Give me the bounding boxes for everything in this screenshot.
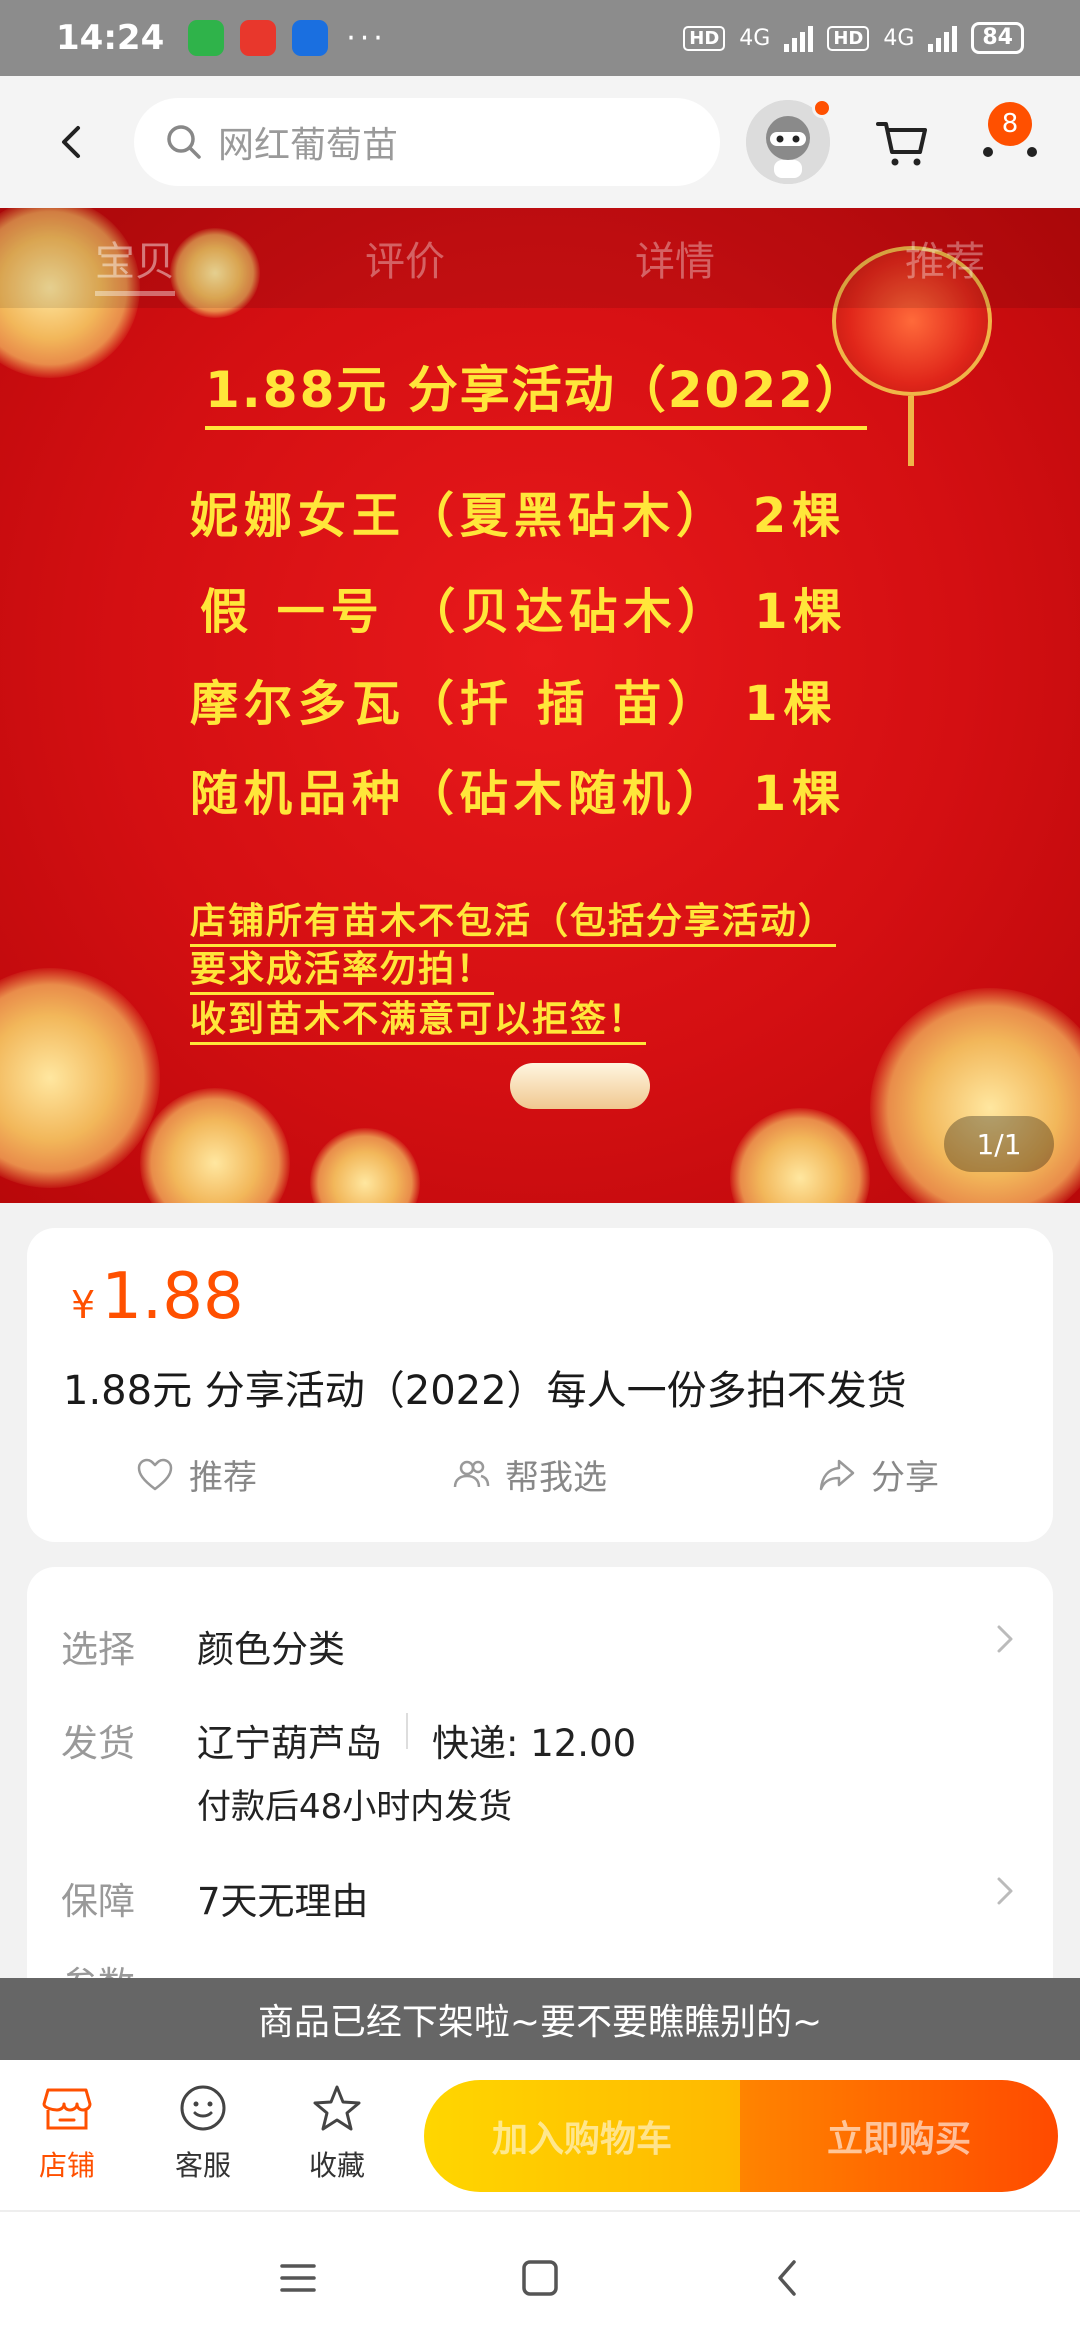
message-count-badge: 8 xyxy=(988,102,1032,146)
app-notification-icon xyxy=(188,20,225,56)
top-navigation: 网红葡萄苗 8 xyxy=(0,76,1080,208)
shipping-label: 发货 xyxy=(61,1722,135,1765)
image-counter: 1/1 xyxy=(944,1116,1054,1172)
people-icon xyxy=(453,1460,490,1487)
offline-notice-banner[interactable]: 商品已经下架啦~要不要瞧瞧别的~ xyxy=(0,1978,1080,2060)
system-navigation-bar xyxy=(0,2210,1080,2340)
purchase-button-group: 加入购物车 立即购买 xyxy=(424,2080,1058,2192)
poster-title: 1.88元 分享活动（2022） xyxy=(205,350,867,430)
lantern-tassel xyxy=(908,396,914,466)
customer-service-button[interactable]: 客服 xyxy=(158,2082,248,2184)
poster-note: 要求成活率勿拍！ xyxy=(190,940,495,995)
shipping-fee: 快递: 12.00 xyxy=(432,1722,637,1765)
product-section-tabs: 宝贝 评价 详情 推荐 xyxy=(0,208,1080,308)
price: ¥ 1.88 xyxy=(71,1260,244,1334)
favorite-button[interactable]: 收藏 xyxy=(292,2082,382,2184)
select-value: 颜色分类 xyxy=(197,1628,345,1671)
tab-details[interactable]: 详情 xyxy=(540,229,810,287)
network-label: 4G xyxy=(739,25,771,51)
shipping-origin: 辽宁葫芦岛 xyxy=(197,1722,382,1765)
recommend-button[interactable]: 推荐 xyxy=(135,1450,257,1499)
add-to-cart-button[interactable]: 加入购物车 xyxy=(424,2080,740,2192)
tab-product[interactable]: 宝贝 xyxy=(0,229,270,296)
favorite-label: 收藏 xyxy=(308,2149,365,2182)
divider xyxy=(406,1713,408,1749)
hd-icon: HD xyxy=(683,25,726,51)
share-icon xyxy=(819,1459,855,1490)
chevron-right-icon xyxy=(997,1625,1013,1653)
menu-icon[interactable] xyxy=(274,2254,322,2302)
guarantee-value: 7天无理由 xyxy=(197,1880,369,1923)
decorative-flower xyxy=(140,1088,290,1203)
hd-icon: HD xyxy=(827,25,870,51)
shipping-row: 发货 辽宁葫芦岛 快递: 12.00 xyxy=(61,1713,636,1767)
poster-line: 摩尔多瓦（扦 插 苗） 1棵 xyxy=(190,676,838,732)
poster-note: 收到苗木不满意可以拒签！ xyxy=(190,990,647,1045)
notification-dot xyxy=(812,98,832,118)
star-icon xyxy=(313,2085,361,2131)
buy-now-button[interactable]: 立即购买 xyxy=(740,2080,1058,2192)
select-label: 选择 xyxy=(61,1628,135,1671)
back-button[interactable] xyxy=(40,110,104,174)
store-label: 店铺 xyxy=(38,2149,95,2182)
status-more-icon: ··· xyxy=(346,20,387,56)
poster-line: 假 一号 （贝达砧木） 1棵 xyxy=(200,584,848,640)
tab-reviews[interactable]: 评价 xyxy=(270,229,540,287)
status-indicators: HD 4G HD 4G 84 xyxy=(683,22,1024,54)
decorative-flower xyxy=(0,968,160,1188)
share-button[interactable]: 分享 xyxy=(817,1450,939,1499)
home-square-icon[interactable] xyxy=(516,2254,564,2302)
share-label: 分享 xyxy=(871,1458,939,1498)
search-placeholder: 网红葡萄苗 xyxy=(218,125,399,166)
cart-icon xyxy=(876,122,927,166)
product-image-carousel[interactable]: 宝贝 评价 详情 推荐 1.88元 分享活动（2022） 妮娜女王（夏黑砧木） … xyxy=(0,208,1080,1203)
search-icon xyxy=(167,125,201,159)
app-notification-icon xyxy=(292,20,329,56)
back-arrow-icon[interactable] xyxy=(764,2254,812,2302)
product-info-card: 选择 颜色分类 发货 辽宁葫芦岛 快递: 12.00 付款后48小时内发货 保障… xyxy=(27,1567,1053,1987)
cart-button[interactable] xyxy=(872,112,932,172)
chevron-left-icon xyxy=(62,126,80,158)
help-choose-button[interactable]: 帮我选 xyxy=(451,1450,607,1499)
price-value: 1.88 xyxy=(101,1260,244,1334)
shipping-time: 付款后48小时内发货 xyxy=(197,1787,513,1827)
guarantee-row[interactable]: 保障 7天无理由 xyxy=(61,1871,1019,1925)
help-choose-label: 帮我选 xyxy=(505,1458,607,1498)
product-actions: 推荐 帮我选 分享 xyxy=(27,1450,1053,1520)
chevron-right-icon xyxy=(997,1877,1013,1905)
poster-line: 随机品种（砧木随机） 1棵 xyxy=(190,766,847,822)
poster-note: 店铺所有苗木不包活（包括分享活动） xyxy=(190,892,837,947)
battery-icon: 84 xyxy=(971,22,1024,54)
heart-icon xyxy=(137,1458,173,1490)
status-bar: 14:24 ··· HD 4G HD 4G 84 xyxy=(0,0,1080,76)
tab-recommend[interactable]: 推荐 xyxy=(810,229,1080,287)
recommend-label: 推荐 xyxy=(189,1458,257,1498)
customer-service-label: 客服 xyxy=(174,2149,231,2182)
bottom-action-bar: 店铺 客服 收藏 加入购物车 立即购买 xyxy=(0,2060,1080,2210)
status-app-icons xyxy=(188,20,329,56)
network-label: 4G xyxy=(883,25,915,51)
decorative-flower xyxy=(730,1108,870,1203)
poster-line: 妮娜女王（夏黑砧木） 2棵 xyxy=(190,488,847,544)
status-time: 14:24 xyxy=(56,18,165,58)
decorative-cloud xyxy=(510,1063,650,1109)
signal-icon xyxy=(928,24,958,52)
product-title: 1.88元 分享活动（2022）每人一份多拍不发货 xyxy=(63,1368,907,1414)
select-sku-row[interactable]: 选择 颜色分类 xyxy=(61,1619,1019,1673)
currency-symbol: ¥ xyxy=(71,1283,96,1327)
search-input[interactable]: 网红葡萄苗 xyxy=(134,98,720,186)
app-notification-icon xyxy=(240,20,277,56)
signal-icon xyxy=(784,24,814,52)
guarantee-label: 保障 xyxy=(61,1880,135,1923)
store-button[interactable]: 店铺 xyxy=(22,2082,112,2184)
decorative-flower xyxy=(310,1128,420,1203)
price-card: ¥ 1.88 1.88元 分享活动（2022）每人一份多拍不发货 推荐 帮我选 … xyxy=(27,1228,1053,1542)
chat-face-icon xyxy=(180,2085,226,2131)
store-icon xyxy=(42,2088,92,2130)
